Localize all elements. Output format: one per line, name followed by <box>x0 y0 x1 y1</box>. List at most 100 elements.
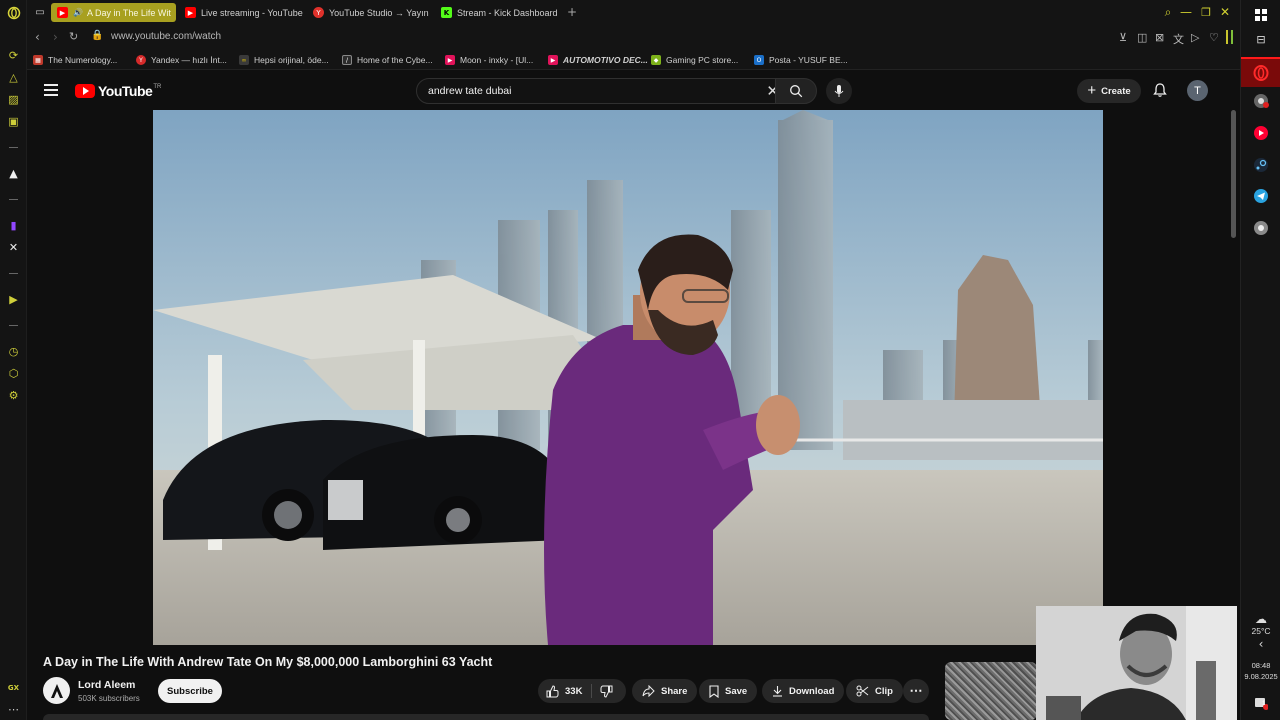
youtube-logo[interactable]: YouTube TR <box>75 83 161 99</box>
gx-badge-icon[interactable]: GX <box>6 680 21 695</box>
history-icon[interactable]: ◷ <box>6 344 21 359</box>
yandex-favicon-icon: Y <box>136 55 146 65</box>
gx-control-icon[interactable]: ⟳ <box>6 48 21 63</box>
search-button[interactable] <box>775 78 817 104</box>
tab-youtube-studio[interactable]: Y YouTube Studio → Yayın <box>307 3 431 22</box>
address-bar: ‹ › ↻ 🔒 www.youtube.com/watch ⊻ ◫ ⊠ 文 ▷ … <box>27 25 1240 50</box>
back-icon[interactable]: ‹ <box>35 30 40 44</box>
clip-button[interactable]: Clip <box>846 679 903 703</box>
chrome-icon[interactable] <box>1252 92 1270 110</box>
clock-date: 9.08.2025 <box>1244 672 1278 681</box>
search-input[interactable]: andrew tate dubai ✕ <box>416 78 788 104</box>
weather-widget[interactable]: ☁ 25°C <box>1241 612 1280 636</box>
player-icon[interactable]: ▶ <box>6 292 21 307</box>
gx-left-sidebar: ⟳ △ ▨ ▣ ▲ ▮ ✕ ▶ ◷ ⬡ ⚙ GX ⋯ <box>0 0 27 720</box>
search-tabs-icon[interactable]: ⌕ <box>1161 5 1175 19</box>
close-window-icon[interactable]: ✕ <box>1218 5 1232 19</box>
menu-icon[interactable] <box>44 84 58 96</box>
share-button[interactable]: Share <box>632 679 698 703</box>
bookmark-label: Moon - inxky - [Ul... <box>460 55 534 65</box>
send-icon[interactable]: ▷ <box>1191 31 1199 44</box>
page-scrollbar[interactable] <box>1231 110 1236 238</box>
minimize-icon[interactable]: — <box>1179 5 1193 19</box>
save-button[interactable]: Save <box>699 679 758 703</box>
channel-avatar[interactable] <box>43 677 70 704</box>
description-box[interactable] <box>43 714 929 720</box>
dislike-button[interactable] <box>596 679 617 703</box>
twitch-icon[interactable]: ▮ <box>6 218 21 233</box>
video-player[interactable] <box>153 110 1103 645</box>
notifications-icon[interactable]: 1 <box>1252 694 1270 712</box>
bookmark-item[interactable]: ▶ AUTOMOTIVO DEC... <box>548 53 648 67</box>
translate-icon[interactable]: 文 <box>1173 31 1184 47</box>
bookmark-favicon-icon: ▦ <box>33 55 43 65</box>
telegram-icon[interactable] <box>1252 187 1270 205</box>
gx-aria-icon[interactable]: ▲ <box>6 166 21 181</box>
pin-icon[interactable]: ⊻ <box>1119 31 1127 44</box>
sidebar-divider <box>9 147 18 148</box>
voice-search-button[interactable] <box>826 78 852 104</box>
settings-gear-icon[interactable]: ⚙ <box>6 388 21 403</box>
maximize-icon[interactable]: ❐ <box>1199 5 1213 19</box>
youtube-favicon-icon: ▶ <box>185 7 196 18</box>
steam-icon[interactable] <box>1252 156 1270 174</box>
system-clock[interactable]: 08:48 9.08.2025 <box>1241 660 1280 682</box>
gx-hot-tabs-icon[interactable]: ▨ <box>6 92 21 107</box>
opera-active-app[interactable] <box>1241 57 1280 87</box>
tray-chevron-icon[interactable]: ‹ <box>1252 635 1270 653</box>
bookmark-item[interactable]: ◆ Gaming PC store... <box>651 53 738 67</box>
url-field[interactable]: www.youtube.com/watch <box>111 31 221 42</box>
bookmark-item[interactable]: / Home of the Cybe... <box>342 53 433 67</box>
heart-icon[interactable]: ♡ <box>1209 31 1219 44</box>
youtube-favicon-icon: ▶ <box>57 7 68 18</box>
sidebar-divider <box>9 199 18 200</box>
video-frame <box>153 110 1103 645</box>
create-button[interactable]: + Create <box>1077 79 1141 103</box>
bookmark-label: Posta - YUSUF BE... <box>769 55 848 65</box>
new-tab-icon[interactable]: + <box>565 5 579 19</box>
bookmark-favicon-icon: / <box>342 55 352 65</box>
workspaces-icon[interactable]: ▭ <box>33 5 47 19</box>
x-twitter-icon[interactable]: ✕ <box>6 240 21 255</box>
bookmark-item[interactable]: ▶ Moon - inxky - [Ul... <box>445 53 533 67</box>
more-actions-icon[interactable]: ⋯ <box>903 679 929 703</box>
notifications-bell-icon[interactable] <box>1152 82 1168 98</box>
bookmark-item[interactable]: ∞ Hepsi orijinal, öde... <box>239 53 329 67</box>
subscribe-button[interactable]: Subscribe <box>158 679 222 703</box>
windows-start-icon[interactable] <box>1252 6 1270 24</box>
tab-live-streaming[interactable]: ▶ Live streaming - YouTube <box>179 3 303 22</box>
bookmark-save-icon <box>709 684 719 698</box>
reload-icon[interactable]: ↻ <box>69 30 78 43</box>
like-dislike-group: 33K <box>538 679 626 703</box>
discord-overlay-icon[interactable] <box>1252 219 1270 237</box>
youtube-music-icon[interactable] <box>1252 124 1270 142</box>
task-view-icon[interactable]: ⊟ <box>1252 30 1270 48</box>
account-avatar[interactable]: T <box>1187 80 1208 101</box>
bookmark-item[interactable]: O Posta - YUSUF BE... <box>754 53 848 67</box>
adblock-icon[interactable]: ⊠ <box>1155 31 1164 44</box>
like-button[interactable]: 33K <box>538 679 582 703</box>
recommended-video-thumbnail[interactable] <box>945 662 1037 720</box>
channel-name[interactable]: Lord Aleem <box>78 679 135 691</box>
thumbs-down-icon <box>600 685 613 698</box>
extensions-icon[interactable]: ⬡ <box>6 366 21 381</box>
download-button[interactable]: Download <box>762 679 845 703</box>
bookmark-item[interactable]: Y Yandex — hızlı İnt... <box>136 53 227 67</box>
gx-mod-icon[interactable]: ▣ <box>6 114 21 129</box>
bookmark-item[interactable]: ▦ The Numerology... <box>33 53 117 67</box>
snapshot-icon[interactable]: ◫ <box>1137 31 1147 44</box>
tab-youtube-video[interactable]: ▶ 🔊 A Day in The Life Wit <box>51 3 176 22</box>
tab-label: Stream - Kick Dashboard <box>457 7 558 18</box>
gx-right-sidebar: ⊟ ☁ 25°C ‹ 08:48 9.08.2025 1 <box>1240 0 1280 720</box>
tab-label: YouTube Studio → Yayın <box>329 7 429 18</box>
opera-gx-logo-icon[interactable] <box>6 5 21 20</box>
tab-kick-dashboard[interactable]: K Stream - Kick Dashboard <box>435 3 563 22</box>
weather-wind-icon: ☁ <box>1255 612 1267 626</box>
more-options-icon[interactable]: ⋯ <box>6 702 21 717</box>
microphone-icon <box>834 85 844 97</box>
share-arrow-icon <box>642 685 655 697</box>
gx-meter-icon[interactable] <box>1225 30 1235 47</box>
forward-icon[interactable]: › <box>53 30 58 44</box>
speaker-icon[interactable]: 🔊 <box>73 8 83 17</box>
gx-corner-icon[interactable]: △ <box>6 70 21 85</box>
